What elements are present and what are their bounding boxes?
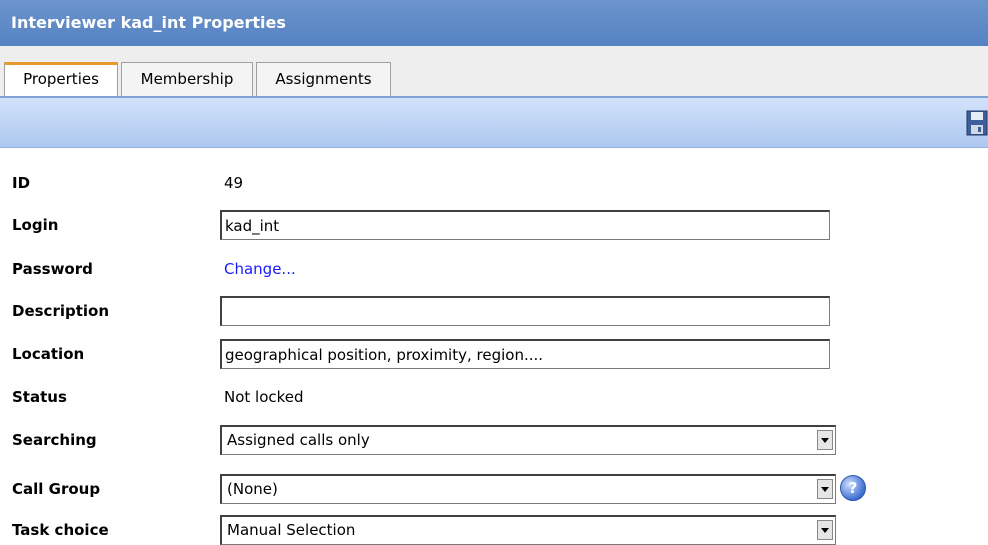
description-input[interactable]: [220, 296, 830, 326]
dropdown-arrow-icon[interactable]: [817, 430, 833, 450]
window-title: Interviewer kad_int Properties: [0, 0, 988, 46]
row-call-group: Call Group (None) ?: [0, 474, 988, 504]
row-location: Location: [0, 339, 988, 369]
tab-properties[interactable]: Properties: [4, 62, 118, 96]
dropdown-arrow-icon[interactable]: [817, 520, 833, 540]
searching-selected-value: Assigned calls only: [227, 431, 370, 449]
call-group-select[interactable]: (None): [220, 474, 836, 504]
id-label: ID: [12, 174, 31, 192]
task-choice-select[interactable]: Manual Selection: [220, 515, 836, 545]
help-icon[interactable]: ?: [840, 475, 866, 501]
searching-label: Searching: [12, 431, 97, 449]
row-id: ID 49: [0, 168, 988, 198]
save-icon: [966, 110, 988, 136]
save-button[interactable]: [966, 110, 988, 136]
status-value: Not locked: [224, 388, 304, 406]
call-group-label: Call Group: [12, 480, 101, 498]
row-login: Login: [0, 210, 988, 240]
login-input[interactable]: [220, 210, 830, 240]
login-label: Login: [12, 216, 59, 234]
call-group-selected-value: (None): [227, 480, 278, 498]
task-choice-label: Task choice: [12, 521, 109, 539]
row-status: Status Not locked: [0, 382, 988, 412]
password-label: Password: [12, 260, 93, 278]
searching-select[interactable]: Assigned calls only: [220, 425, 836, 455]
row-description: Description: [0, 296, 988, 326]
toolbar: [0, 98, 988, 148]
row-password: Password Change...: [0, 254, 988, 284]
status-label: Status: [12, 388, 67, 406]
description-label: Description: [12, 302, 110, 320]
row-searching: Searching Assigned calls only: [0, 425, 988, 455]
id-value: 49: [224, 174, 244, 192]
task-choice-selected-value: Manual Selection: [227, 521, 356, 539]
location-input[interactable]: [220, 339, 830, 369]
tab-assignments[interactable]: Assignments: [256, 62, 391, 96]
tab-strip: Properties Membership Assignments: [0, 46, 988, 98]
tab-membership[interactable]: Membership: [121, 62, 253, 96]
location-label: Location: [12, 345, 85, 363]
dropdown-arrow-icon[interactable]: [817, 479, 833, 499]
row-task-choice: Task choice Manual Selection: [0, 515, 988, 545]
change-password-link[interactable]: Change...: [224, 254, 296, 284]
